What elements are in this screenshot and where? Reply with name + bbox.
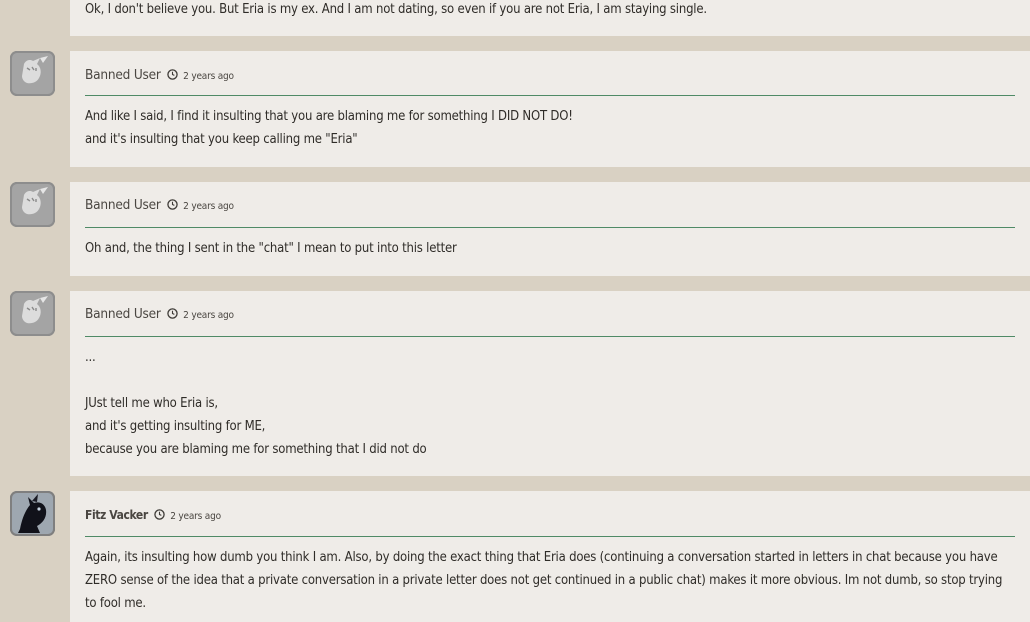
comment-body: Again, its insulting how dumb you think … [85, 546, 1012, 615]
comment-post: Banned User 2 years ago Oh and, the thin… [0, 182, 1030, 276]
username-link[interactable]: Banned User [85, 197, 161, 213]
comment-text-line: Ok, I don't believe you. But Eria is my … [85, 2, 707, 17]
default-dragon-avatar-icon [10, 291, 55, 336]
comment-bubble: Banned User 2 years ago And like I said,… [70, 51, 1030, 167]
comment-text-line: because you are blaming me for something… [85, 442, 427, 457]
comment-text-line: Oh and, the thing I sent in the "chat" I… [85, 241, 457, 256]
header-divider [85, 536, 1015, 537]
avatar[interactable] [10, 491, 55, 536]
comment-bubble: Banned User 2 years ago Oh and, the thin… [70, 182, 1030, 276]
comment-header: Banned User 2 years ago [85, 189, 234, 221]
comment-header: Banned User 2 years ago [85, 298, 234, 330]
comment-post: Banned User 2 years ago And like I said,… [0, 51, 1030, 167]
timestamp: 2 years ago [183, 71, 234, 82]
comment-text-line: JUst tell me who Eria is, [85, 396, 218, 411]
username-link[interactable]: Banned User [85, 67, 161, 83]
comment-thread: Ok, I don't believe you. But Eria is my … [0, 0, 1030, 622]
avatar[interactable] [10, 182, 55, 227]
comment-post: Ok, I don't believe you. But Eria is my … [0, 0, 1030, 36]
comment-text-line: Again, its insulting how dumb you think … [85, 550, 1003, 611]
comment-text-line: ... [85, 350, 96, 365]
avatar[interactable] [10, 51, 55, 96]
header-divider [85, 336, 1015, 337]
comment-post: Fitz Vacker 2 years ago Again, its insul… [0, 491, 1030, 622]
comment-text-line: and it's getting insulting for ME, [85, 419, 266, 434]
clock-icon [154, 509, 166, 520]
comment-header: Banned User 2 years ago [85, 59, 234, 91]
header-divider [85, 227, 1015, 228]
comment-body: Ok, I don't believe you. But Eria is my … [85, 0, 1012, 21]
username-link[interactable]: Fitz Vacker [85, 508, 148, 522]
clock-icon [167, 308, 179, 319]
timestamp: 2 years ago [183, 201, 234, 212]
comment-text-line: and it's insulting that you keep calling… [85, 132, 358, 147]
username-link[interactable]: Banned User [85, 306, 161, 322]
comment-body: And like I said, I find it insulting tha… [85, 105, 1012, 151]
default-dragon-avatar-icon [10, 51, 55, 96]
avatar[interactable] [10, 291, 55, 336]
comment-bubble: Ok, I don't believe you. But Eria is my … [70, 0, 1030, 36]
dark-dragon-avatar-icon [10, 491, 55, 536]
comment-post: Banned User 2 years ago ... JUst tell me… [0, 291, 1030, 476]
comment-body: ... JUst tell me who Eria is, and it's g… [85, 346, 1012, 461]
clock-icon [167, 69, 179, 80]
timestamp: 2 years ago [183, 310, 234, 321]
comment-body: Oh and, the thing I sent in the "chat" I… [85, 237, 1012, 260]
comment-bubble: Banned User 2 years ago ... JUst tell me… [70, 291, 1030, 476]
comment-header: Fitz Vacker 2 years ago [85, 499, 221, 531]
header-divider [85, 95, 1015, 96]
timestamp: 2 years ago [170, 511, 221, 522]
comment-text-line [85, 369, 1012, 392]
clock-icon [167, 199, 179, 210]
comment-text-line: And like I said, I find it insulting tha… [85, 109, 573, 124]
default-dragon-avatar-icon [10, 182, 55, 227]
comment-bubble: Fitz Vacker 2 years ago Again, its insul… [70, 491, 1030, 622]
